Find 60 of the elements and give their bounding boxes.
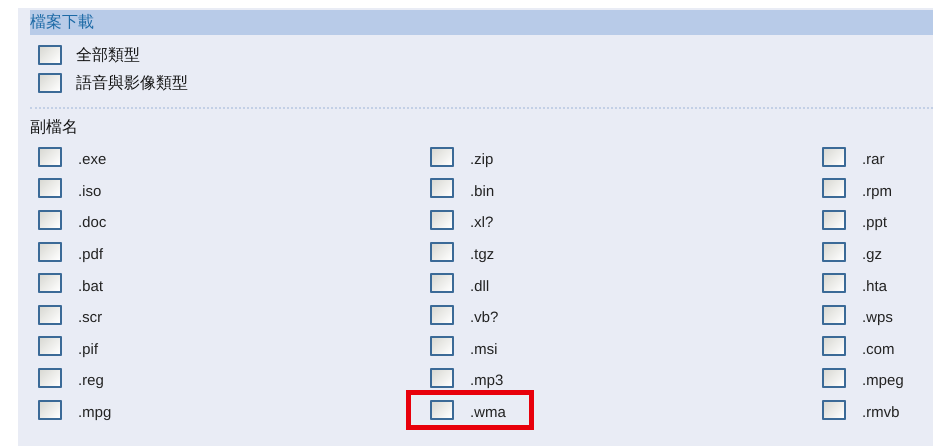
checkbox[interactable] bbox=[430, 210, 454, 230]
checkbox[interactable] bbox=[822, 242, 846, 262]
checkbox[interactable] bbox=[430, 273, 454, 294]
checkbox[interactable] bbox=[822, 273, 846, 294]
checkbox[interactable] bbox=[38, 336, 62, 356]
checkbox-label: 語音與影像類型 bbox=[76, 74, 188, 94]
checkbox[interactable] bbox=[430, 304, 454, 325]
checkbox[interactable] bbox=[822, 336, 846, 356]
checkbox[interactable] bbox=[38, 304, 62, 325]
checkbox-label: .com bbox=[862, 340, 895, 358]
checkbox-label: .iso bbox=[78, 182, 102, 200]
checkbox-label: .doc bbox=[78, 214, 106, 232]
checkbox[interactable] bbox=[822, 146, 846, 167]
checkbox[interactable] bbox=[822, 178, 846, 198]
checkbox-label: .tgz bbox=[470, 246, 494, 264]
checkbox[interactable] bbox=[822, 368, 846, 388]
checkbox-label: .mpg bbox=[78, 404, 112, 422]
checkbox[interactable] bbox=[822, 210, 846, 230]
checkbox[interactable] bbox=[38, 73, 62, 93]
checkbox[interactable] bbox=[430, 368, 454, 388]
checkbox-label: .exe bbox=[78, 151, 106, 168]
checkbox-label: 全部類型 bbox=[76, 46, 140, 66]
checkbox-label: .reg bbox=[78, 372, 104, 390]
section-header: 檔案下載 bbox=[30, 10, 933, 35]
section-subtitle: 副檔名 bbox=[30, 118, 79, 138]
checkbox[interactable] bbox=[822, 304, 846, 325]
checkbox-label: .bat bbox=[78, 278, 104, 295]
checkbox-label: .zip bbox=[470, 151, 494, 168]
checkbox-label: .mp3 bbox=[470, 372, 504, 390]
checkbox[interactable] bbox=[822, 400, 846, 420]
checkbox-label: .wps bbox=[862, 309, 893, 326]
checkbox-label: .dll bbox=[470, 278, 490, 295]
checkbox-label: .pif bbox=[78, 340, 98, 358]
checkbox-label: .ppt bbox=[862, 214, 888, 232]
checkbox-label: .rar bbox=[862, 151, 884, 168]
checkbox-label: .rpm bbox=[862, 182, 892, 200]
checkbox-label: .hta bbox=[862, 278, 888, 295]
checkbox[interactable] bbox=[38, 273, 62, 294]
checkbox-label: .rmvb bbox=[862, 404, 900, 422]
checkbox-label: .bin bbox=[470, 182, 494, 200]
checkbox[interactable] bbox=[38, 368, 62, 388]
checkbox[interactable] bbox=[430, 400, 454, 420]
checkbox-label: .xl? bbox=[470, 214, 494, 232]
checkbox-label: .wma bbox=[470, 404, 506, 422]
checkbox-label: .vb? bbox=[470, 309, 498, 326]
checkbox-label: .pdf bbox=[78, 246, 104, 264]
checkbox[interactable] bbox=[38, 210, 62, 230]
checkbox[interactable] bbox=[38, 146, 62, 167]
checkbox[interactable] bbox=[430, 178, 454, 198]
checkbox-label: .scr bbox=[78, 309, 102, 326]
checkbox-label: .gz bbox=[862, 246, 882, 264]
checkbox[interactable] bbox=[38, 45, 62, 65]
checkbox[interactable] bbox=[430, 242, 454, 262]
checkbox[interactable] bbox=[38, 242, 62, 262]
checkbox-label: .mpeg bbox=[862, 372, 904, 390]
checkbox-label: .msi bbox=[470, 340, 498, 358]
checkbox[interactable] bbox=[430, 146, 454, 167]
checkbox[interactable] bbox=[38, 178, 62, 198]
checkbox[interactable] bbox=[430, 336, 454, 356]
checkbox[interactable] bbox=[38, 400, 62, 420]
